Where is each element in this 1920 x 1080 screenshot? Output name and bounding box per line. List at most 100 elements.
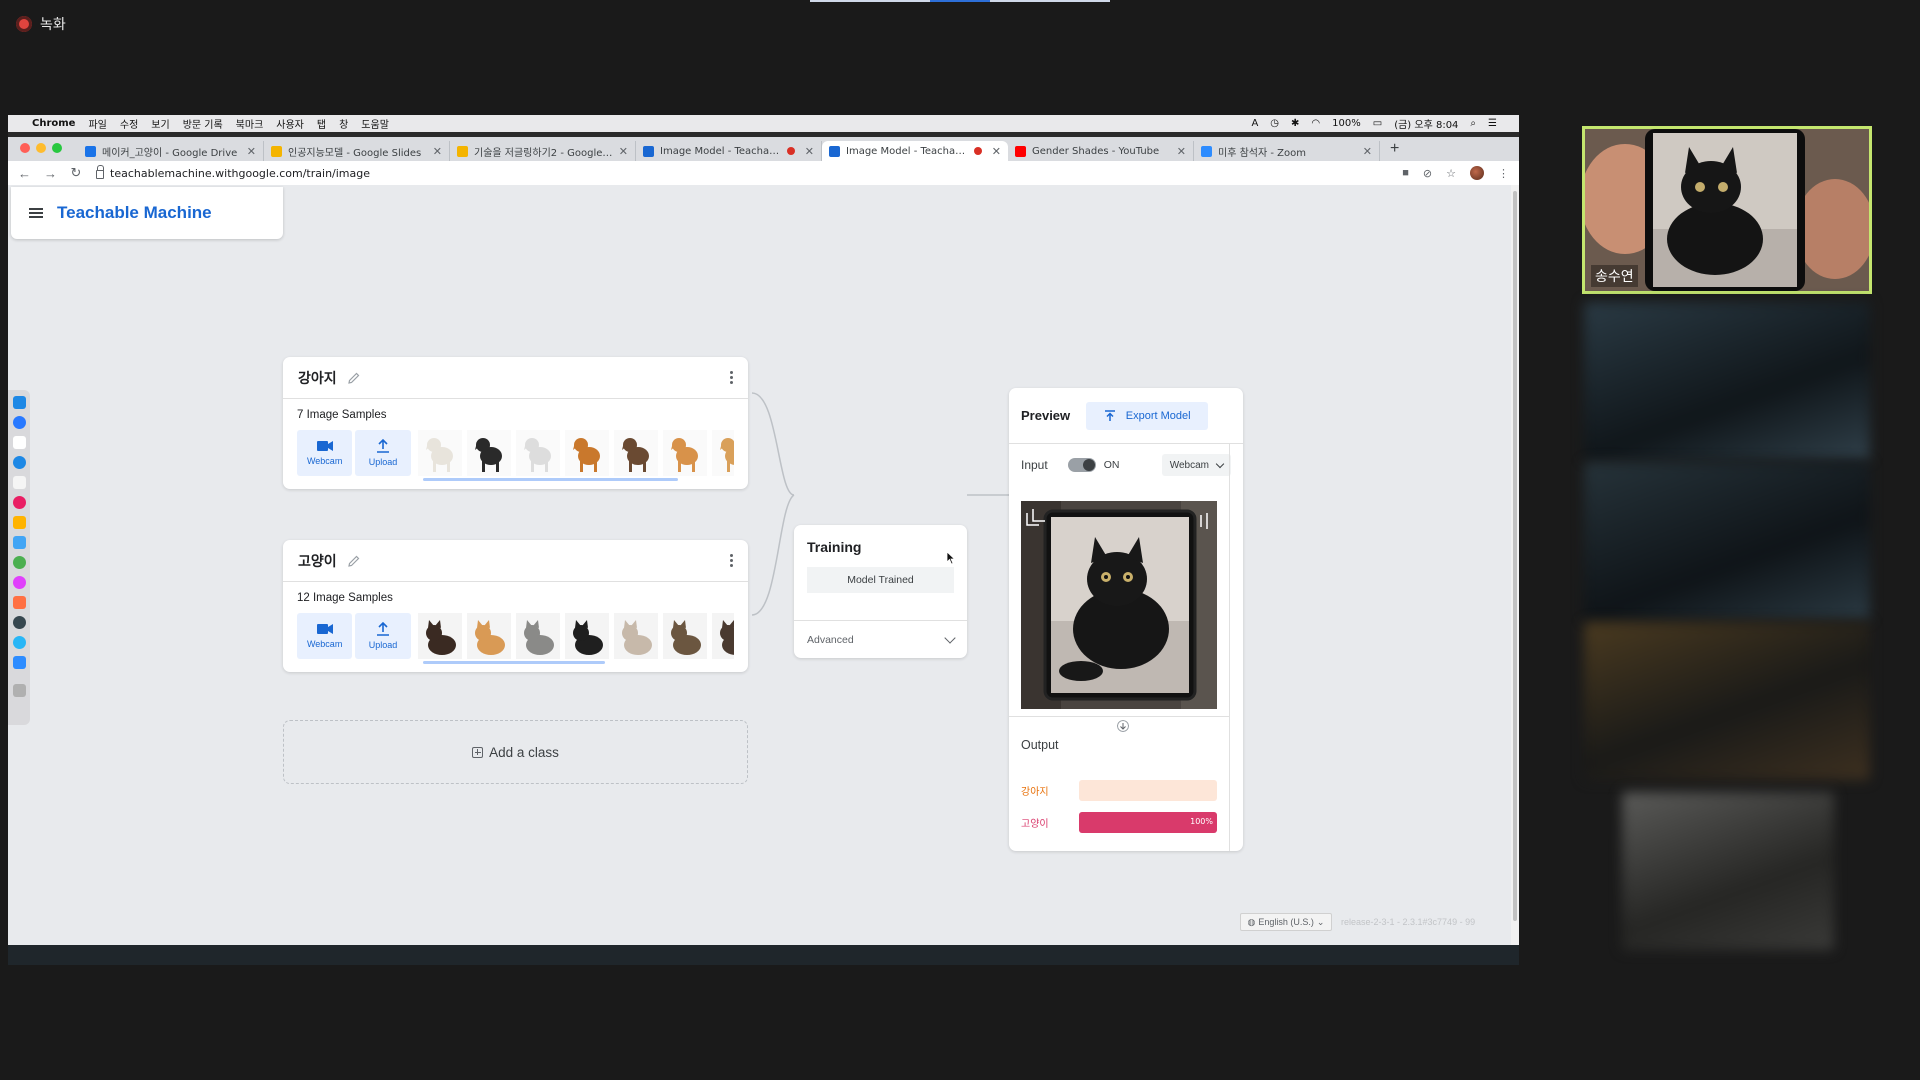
keynote-icon[interactable] [12, 536, 26, 549]
time-machine-icon[interactable]: ◷ [1270, 118, 1279, 129]
export-model-button[interactable]: Export Model [1086, 401, 1209, 430]
obs-icon[interactable] [12, 616, 26, 629]
menu-file[interactable]: 파일 [88, 116, 115, 131]
browser-tab[interactable]: 메이커_고양이 - Google Drive ✕ [78, 141, 264, 161]
class-options-icon[interactable] [730, 371, 733, 384]
url-field[interactable]: teachablemachine.withgoogle.com/train/im… [96, 165, 1388, 180]
menu-window[interactable]: 창 [339, 116, 357, 131]
class-name[interactable]: 고양이 [298, 551, 337, 571]
url-text[interactable]: teachablemachine.withgoogle.com/train/im… [110, 167, 370, 180]
app-brand[interactable]: Teachable Machine [57, 203, 212, 223]
new-tab-icon[interactable]: + [1390, 140, 1399, 158]
safari-icon[interactable] [12, 416, 26, 429]
back-icon[interactable]: ← [18, 166, 31, 181]
page-scrollbar[interactable] [1511, 185, 1519, 945]
sample-thumbnails[interactable] [417, 613, 734, 659]
close-tab-icon[interactable]: ✕ [247, 145, 256, 158]
chrome-menu-icon[interactable]: ⋮ [1498, 167, 1509, 180]
browser-tab[interactable]: 기술을 저글링하기2 - Google Slid ✕ [450, 141, 636, 161]
edit-pencil-icon[interactable] [347, 554, 361, 568]
notification-center-icon[interactable]: ☰ [1488, 118, 1497, 129]
close-tab-icon[interactable]: ✕ [992, 145, 1001, 158]
cat-sample-thumbnail[interactable] [711, 613, 734, 659]
menu-tab[interactable]: 탭 [317, 116, 335, 131]
participant-tile[interactable] [1622, 792, 1834, 950]
share-toolbar-handle[interactable] [810, 0, 1110, 2]
close-tab-icon[interactable]: ✕ [1363, 145, 1372, 158]
close-tab-icon[interactable]: ✕ [433, 145, 442, 158]
lock-icon[interactable] [96, 165, 104, 179]
dog-sample-thumbnail[interactable] [564, 430, 609, 476]
class-name[interactable]: 강아지 [298, 368, 337, 388]
battery-percent[interactable]: 100% [1332, 118, 1361, 129]
battery-icon[interactable]: ▭ [1373, 118, 1382, 129]
dog-sample-thumbnail[interactable] [417, 430, 462, 476]
advanced-toggle[interactable]: Advanced [794, 620, 967, 658]
spotlight-icon[interactable]: ⌕ [1470, 118, 1476, 129]
participant-tile-active[interactable]: 송수연 [1582, 126, 1872, 294]
menu-people[interactable]: 사용자 [276, 116, 313, 131]
wifi-icon[interactable]: ◠ [1311, 118, 1320, 129]
browser-tab[interactable]: 미후 참석자 - Zoom ✕ [1194, 141, 1380, 161]
minimize-window-icon[interactable] [36, 143, 46, 153]
telegram-icon[interactable] [12, 636, 26, 649]
cat-sample-thumbnail[interactable] [417, 613, 462, 659]
upload-button[interactable]: Upload [355, 613, 411, 659]
menu-edit[interactable]: 수정 [120, 116, 147, 131]
webcam-button[interactable]: Webcam [297, 430, 353, 476]
add-class-button[interactable]: Add a class [283, 720, 748, 784]
menu-app[interactable]: Chrome [32, 118, 84, 129]
browser-tab[interactable]: 인공지능모델 - Google Slides ✕ [264, 141, 450, 161]
dog-sample-thumbnail[interactable] [711, 430, 734, 476]
participant-tile[interactable] [1584, 462, 1870, 620]
calendar-icon[interactable] [12, 476, 26, 489]
participant-tile[interactable] [1584, 302, 1870, 460]
finder-icon[interactable] [12, 396, 26, 409]
chrome-icon[interactable] [12, 556, 26, 569]
class-options-icon[interactable] [730, 554, 733, 567]
dog-sample-thumbnail[interactable] [662, 430, 707, 476]
reload-icon[interactable]: ↻ [70, 165, 82, 181]
close-tab-icon[interactable]: ✕ [1177, 145, 1186, 158]
browser-tab[interactable]: Image Model - Teachable M ✕ [636, 141, 822, 161]
webcam-button[interactable]: Webcam [297, 613, 353, 659]
clock[interactable]: (금) 오후 8:04 [1394, 116, 1458, 131]
input-source-icon[interactable]: A [1251, 118, 1258, 129]
browser-tab[interactable]: Image Model - Teachable M ✕ [822, 141, 1008, 161]
close-window-icon[interactable] [20, 143, 30, 153]
zoom-icon[interactable] [12, 656, 26, 669]
thumbnail-scrollbar[interactable] [423, 478, 678, 481]
dog-sample-thumbnail[interactable] [466, 430, 511, 476]
notes-icon[interactable] [12, 436, 26, 449]
cat-sample-thumbnail[interactable] [515, 613, 560, 659]
maximize-window-icon[interactable] [52, 143, 62, 153]
profile-avatar[interactable] [1470, 166, 1484, 180]
menu-bookmarks[interactable]: 북마크 [236, 116, 273, 131]
input-toggle[interactable] [1067, 458, 1096, 472]
thumbnail-scrollbar[interactable] [423, 661, 605, 664]
bluetooth-icon[interactable]: ✱ [1291, 118, 1299, 129]
input-source-select[interactable]: Webcam [1161, 454, 1231, 476]
menu-history[interactable]: 방문 기록 [183, 116, 232, 131]
menu-icon[interactable] [29, 208, 43, 218]
photos-icon[interactable] [12, 496, 26, 509]
close-tab-icon[interactable]: ✕ [619, 145, 628, 158]
eye-off-icon[interactable]: ⊘ [1423, 167, 1432, 180]
upload-button[interactable]: Upload [355, 430, 411, 476]
app-store-icon[interactable] [12, 456, 26, 469]
cat-sample-thumbnail[interactable] [613, 613, 658, 659]
dog-sample-thumbnail[interactable] [515, 430, 560, 476]
cat-sample-thumbnail[interactable] [564, 613, 609, 659]
itunes-icon[interactable] [12, 576, 26, 589]
browser-tab[interactable]: Gender Shades - YouTube ✕ [1008, 141, 1194, 161]
forward-icon[interactable]: → [44, 166, 57, 181]
pages-icon[interactable] [12, 516, 26, 529]
dog-sample-thumbnail[interactable] [613, 430, 658, 476]
edit-pencil-icon[interactable] [347, 371, 361, 385]
trash-icon[interactable] [12, 684, 26, 697]
language-select[interactable]: ◍ English (U.S.) ⌄ [1240, 913, 1332, 931]
cat-sample-thumbnail[interactable] [466, 613, 511, 659]
cat-sample-thumbnail[interactable] [662, 613, 707, 659]
close-tab-icon[interactable]: ✕ [805, 145, 814, 158]
menu-view[interactable]: 보기 [151, 116, 178, 131]
